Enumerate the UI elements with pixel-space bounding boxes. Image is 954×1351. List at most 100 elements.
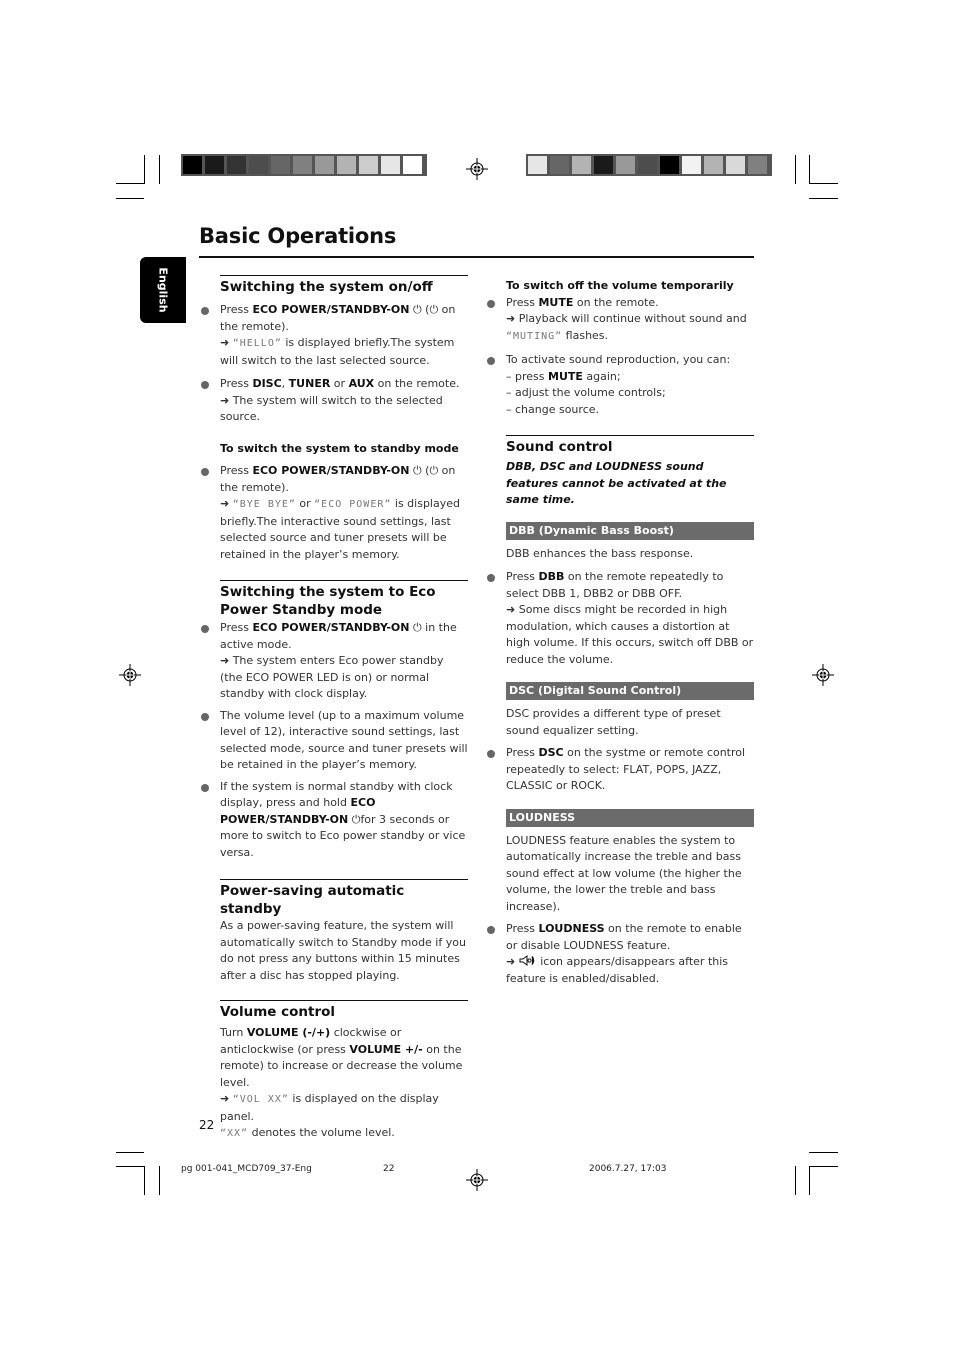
crop-mark bbox=[809, 1166, 810, 1195]
color-swatch bbox=[616, 156, 635, 174]
text: Press bbox=[506, 295, 539, 309]
crop-mark bbox=[795, 155, 796, 184]
section-heading-eco-standby: Switching the system to Eco Power Standb… bbox=[220, 580, 468, 619]
list-item: Press MUTE on the remote. ➜ Playback wil… bbox=[486, 295, 754, 346]
text: on the remote. bbox=[374, 377, 460, 390]
text: on the remote. bbox=[573, 295, 659, 309]
text: – adjust the volume controls; bbox=[506, 386, 666, 399]
button-name: MUTE bbox=[538, 295, 574, 309]
arrow-icon: ➜ bbox=[220, 393, 230, 407]
left-column: Switching the system on/off Press ECO PO… bbox=[200, 275, 468, 1143]
crop-mark bbox=[809, 1152, 838, 1153]
text: Press bbox=[220, 464, 253, 477]
color-swatch bbox=[293, 156, 312, 174]
color-calibration-bar-right bbox=[526, 154, 772, 176]
color-swatch bbox=[249, 156, 268, 174]
list-item: Press DISC, TUNER or AUX on the remote. … bbox=[200, 376, 468, 426]
text: – change source. bbox=[506, 402, 600, 416]
feature-bar-dsc: DSC (Digital Sound Control) bbox=[506, 682, 754, 700]
subheading-standby: To switch the system to standby mode bbox=[220, 441, 459, 455]
button-name: ECO POWER/STANDBY-ON bbox=[252, 621, 410, 634]
crop-mark bbox=[809, 155, 810, 184]
text: again; bbox=[582, 369, 621, 383]
language-label: English bbox=[156, 267, 170, 313]
section-heading-sound: Sound control bbox=[506, 435, 754, 456]
arrow-icon: ➜ bbox=[220, 336, 230, 349]
footer-datetime: 2006.7.27, 17:03 bbox=[589, 1164, 667, 1174]
power-icon: ⏻ bbox=[429, 464, 439, 477]
color-swatch bbox=[638, 156, 657, 174]
text: or bbox=[330, 377, 349, 390]
text: icon appears/disappears after this featu… bbox=[506, 955, 729, 985]
arrow-icon: ➜ bbox=[506, 955, 516, 968]
arrow-icon: ➜ bbox=[220, 654, 230, 667]
power-icon: ⏻ bbox=[412, 303, 422, 316]
text: Press bbox=[506, 922, 539, 935]
color-swatch bbox=[227, 156, 246, 174]
list-item: The volume level (up to a maximum volume… bbox=[200, 708, 468, 774]
text: or bbox=[295, 497, 315, 510]
title-rule bbox=[199, 256, 754, 258]
right-column: To switch off the volume temporarily Pre… bbox=[486, 275, 754, 987]
color-swatch bbox=[726, 156, 745, 174]
crop-mark bbox=[809, 1166, 838, 1167]
text: Press bbox=[220, 621, 253, 634]
button-name: DISC bbox=[252, 377, 282, 390]
crop-mark bbox=[116, 198, 144, 199]
button-name: VOLUME +/- bbox=[349, 1042, 423, 1056]
paragraph: Turn VOLUME (-/+) clockwise or anticlock… bbox=[200, 1025, 468, 1143]
crop-mark bbox=[809, 198, 838, 199]
button-name: LOUDNESS bbox=[538, 922, 605, 935]
text: The system will switch to the selected s… bbox=[220, 393, 443, 424]
text: , bbox=[281, 377, 289, 390]
crop-mark bbox=[159, 155, 160, 184]
page-number: 22 bbox=[199, 1118, 215, 1132]
text: Playback will continue without sound and bbox=[515, 312, 747, 325]
crop-mark bbox=[144, 155, 145, 184]
color-swatch bbox=[403, 156, 422, 174]
list-item: Press ECO POWER/STANDBY-ON ⏻ (⏻ on the r… bbox=[200, 463, 468, 563]
arrow-icon: ➜ bbox=[220, 497, 230, 510]
feature-bar-loudness: LOUDNESS bbox=[506, 808, 754, 827]
text: Press bbox=[220, 377, 253, 390]
lcd-text: “BYE BYE” bbox=[232, 499, 296, 510]
text: To activate sound reproduction, you can: bbox=[506, 353, 731, 366]
list-item: If the system is normal standby with clo… bbox=[200, 779, 468, 862]
text: Press bbox=[506, 570, 539, 583]
color-swatch bbox=[359, 156, 378, 174]
paragraph: DBB enhances the bass response. bbox=[506, 546, 694, 560]
text: denotes the volume level. bbox=[248, 1126, 395, 1139]
lcd-text: “VOL XX” bbox=[232, 1094, 289, 1105]
loudness-icon bbox=[519, 955, 534, 966]
color-swatch bbox=[337, 156, 356, 174]
text: If the system is normal standby with clo… bbox=[220, 779, 453, 810]
page-title: Basic Operations bbox=[199, 224, 397, 248]
section-heading-on-off: Switching the system on/off bbox=[220, 275, 468, 296]
list-item: Press ECO POWER/STANDBY-ON ⏻ in the acti… bbox=[200, 620, 468, 703]
registration-mark-icon bbox=[812, 664, 834, 686]
list-item: Press DBB on the remote repeatedly to se… bbox=[486, 569, 754, 668]
crop-mark bbox=[809, 183, 838, 184]
color-swatch bbox=[704, 156, 723, 174]
list-item: To activate sound reproduction, you can:… bbox=[486, 352, 754, 418]
paragraph: As a power-saving feature, the system wi… bbox=[220, 919, 466, 982]
color-swatch bbox=[381, 156, 400, 174]
crop-mark bbox=[116, 1152, 144, 1153]
button-name: ECO POWER/STANDBY-ON bbox=[252, 464, 410, 477]
text: Some discs might be recorded in high mod… bbox=[506, 603, 754, 666]
crop-mark bbox=[159, 1166, 160, 1195]
color-calibration-bar-left bbox=[181, 154, 427, 176]
list-item: Press ECO POWER/STANDBY-ON ⏻ (⏻ on the r… bbox=[200, 302, 468, 369]
color-swatch bbox=[315, 156, 334, 174]
text: Press bbox=[220, 303, 253, 316]
lcd-text: “HELLO” bbox=[232, 338, 282, 349]
power-icon: ⏻ bbox=[429, 303, 439, 316]
crop-mark bbox=[795, 1166, 796, 1195]
arrow-icon: ➜ bbox=[506, 312, 516, 325]
section-heading-power-saving: Power-saving automatic standby bbox=[220, 879, 468, 918]
color-swatch bbox=[183, 156, 202, 174]
list-item: Press DSC on the systme or remote contro… bbox=[486, 745, 754, 795]
registration-mark-icon bbox=[119, 664, 141, 686]
color-swatch bbox=[271, 156, 290, 174]
crop-mark bbox=[144, 1166, 145, 1195]
